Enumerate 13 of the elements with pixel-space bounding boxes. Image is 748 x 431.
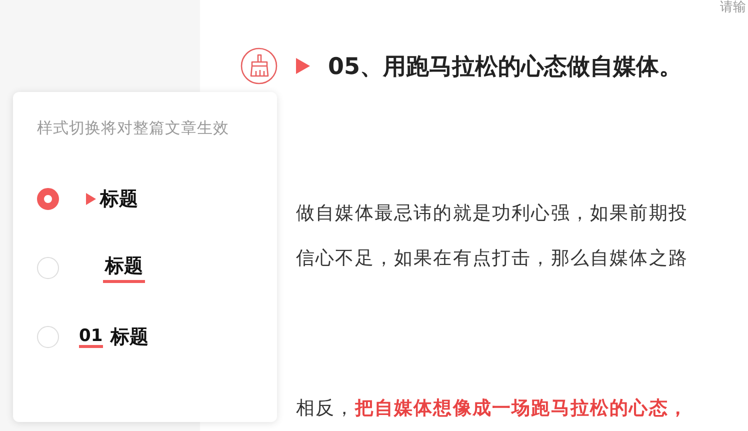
style-label[interactable]: 标题 xyxy=(103,253,145,283)
heading: 05、用跑马拉松的心态做自媒体。 xyxy=(328,52,682,82)
paragraph: 相反，把自媒体想像成一场跑马拉松的心态， xyxy=(296,397,690,421)
triangle-icon xyxy=(296,58,310,74)
panel-hint: 样式切换将对整篇文章生效 xyxy=(37,118,230,139)
style-label[interactable]: 标题 xyxy=(110,324,149,350)
style-label[interactable]: 标题 xyxy=(100,186,138,212)
triangle-icon xyxy=(86,193,96,205)
brush-icon[interactable] xyxy=(240,47,278,85)
style-number: 01 xyxy=(79,326,103,348)
radio-button[interactable] xyxy=(37,188,59,210)
paragraph: 信心不足，如果在有点打击，那么自媒体之路 xyxy=(296,247,689,271)
paragraph: 做自媒体最忌讳的就是功利心强，如果前期投 xyxy=(296,202,689,226)
